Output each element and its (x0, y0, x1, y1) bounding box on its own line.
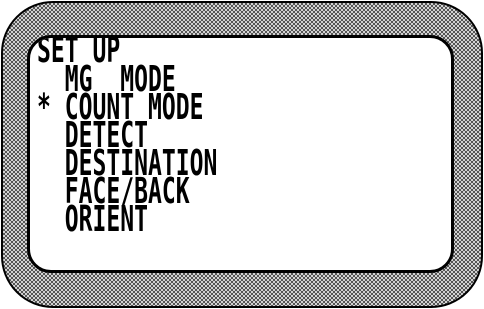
menu-item-label: ORIENT (64, 199, 148, 240)
selection-cursor: * (37, 87, 51, 128)
menu-item-orient[interactable]: ORIENT (37, 202, 217, 238)
menu-list: MG MODE * COUNT MODE DETECT DESTINATION F… (37, 62, 319, 238)
lcd-screen: SET UP MG MODE * COUNT MODE DETECT DESTIN… (27, 35, 454, 273)
device-bezel: SET UP MG MODE * COUNT MODE DETECT DESTIN… (1, 1, 483, 308)
